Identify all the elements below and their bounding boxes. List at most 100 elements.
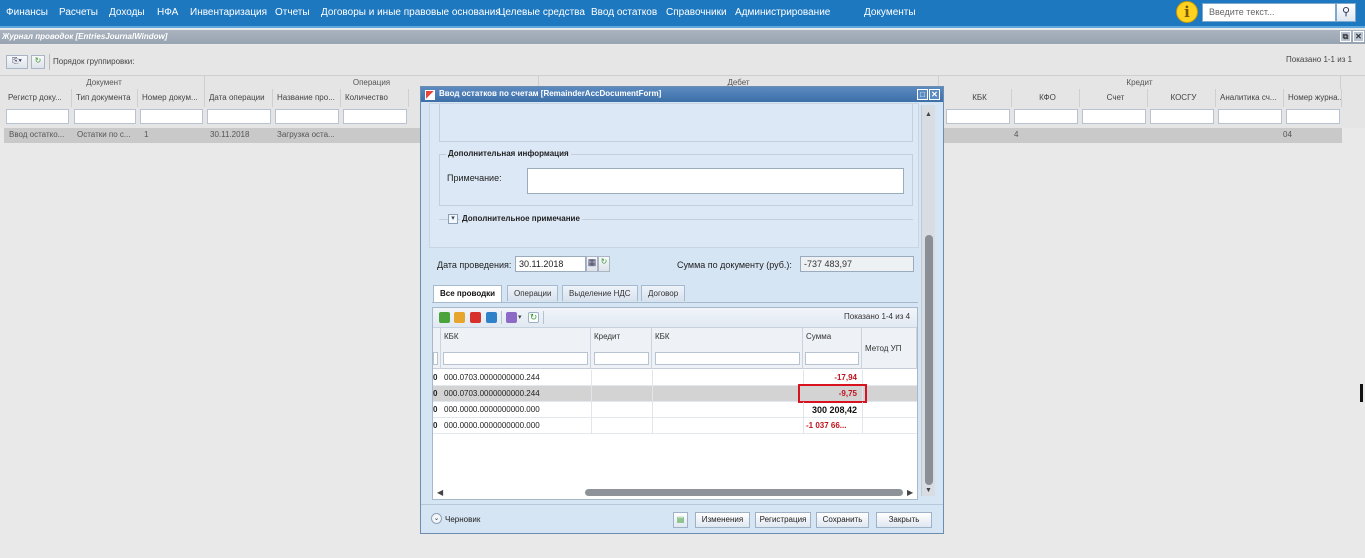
cell-prefix: 0	[433, 373, 438, 382]
dialog-title-bar[interactable]: Ввод остатков по счетам [RemainderAccDoc…	[421, 87, 943, 102]
menu-item-documents[interactable]: Документы	[864, 7, 916, 18]
col-credit-analytics[interactable]: Аналитика сч...	[1216, 89, 1284, 107]
col-registry[interactable]: Регистр доку...	[4, 89, 72, 107]
menu-item-settlements[interactable]: Расчеты	[59, 7, 98, 18]
toolbar-divider	[49, 54, 50, 70]
dialog-vertical-scrollbar[interactable]: ▲ ▼	[921, 105, 935, 496]
posting-date-label: Дата проведения:	[437, 260, 512, 270]
edit-icon[interactable]	[454, 312, 465, 323]
global-search-input[interactable]: Введите текст...	[1202, 3, 1336, 22]
scroll-right-icon[interactable]: ▶	[907, 488, 913, 497]
menu-item-nfa[interactable]: НФА	[157, 7, 178, 18]
actions-menu-icon[interactable]	[506, 312, 517, 323]
menu-item-balances-input[interactable]: Ввод остатков	[591, 7, 657, 18]
filter-registry[interactable]	[6, 109, 69, 124]
col-op-name[interactable]: Название про...	[273, 89, 341, 107]
cell-kbk: 000.0703.0000000000.244	[444, 373, 540, 382]
restore-icon[interactable]: ⧉	[1340, 31, 1351, 42]
print-menu-icon[interactable]: ⎘▾	[6, 55, 28, 69]
search-icon[interactable]: ⚲	[1336, 3, 1356, 22]
cell-op-date: 30.11.2018	[210, 130, 250, 139]
cell-op-name: Загрузка оста...	[277, 130, 335, 139]
col-credit-kbk[interactable]: КБК	[944, 89, 1012, 107]
journal-window-title: Журнал проводок [EntriesJournalWindow] ⧉…	[0, 30, 1365, 44]
table-row-selected[interactable]: 0 000.0703.0000000000.244 -9,75	[433, 384, 917, 403]
save-button[interactable]: Сохранить	[816, 512, 869, 528]
copy-icon[interactable]	[486, 312, 497, 323]
filter-credit[interactable]	[594, 352, 649, 365]
close-icon[interactable]: ✕	[1353, 31, 1364, 42]
col-credit-kbk-label: КБК	[655, 332, 670, 341]
close-button[interactable]: Закрыть	[876, 512, 932, 528]
menu-item-income[interactable]: Доходы	[109, 7, 145, 18]
refresh-icon[interactable]: ↻	[31, 55, 45, 69]
filter-sum[interactable]	[805, 352, 859, 365]
filter-truncated[interactable]	[433, 352, 438, 365]
menu-item-inventory[interactable]: Инвентаризация	[190, 7, 267, 18]
filter-credit-kbk[interactable]	[946, 109, 1010, 124]
col-credit-kosgu[interactable]: КОСГУ	[1148, 89, 1216, 107]
entries-grid: ▾ ↻ Показано 1-4 из 4 КБК Кредит КБК Сум…	[432, 307, 918, 500]
posting-date-input[interactable]: 30.11.2018	[515, 256, 586, 272]
filter-credit-analytics[interactable]	[1218, 109, 1282, 124]
grid-horizontal-scrollbar[interactable]: ◀ ▶	[433, 486, 917, 499]
extra-note-legend[interactable]: Дополнительное примечание	[460, 214, 582, 223]
tab-contract[interactable]: Договор	[641, 285, 686, 301]
col-doc-type[interactable]: Тип документа	[72, 89, 138, 107]
tab-all-entries[interactable]: Все проводки	[433, 285, 503, 302]
filter-credit-kbk[interactable]	[655, 352, 800, 365]
scroll-down-icon[interactable]: ▼	[925, 487, 932, 494]
menu-item-reports[interactable]: Отчеты	[275, 7, 310, 18]
dialog-close-icon[interactable]: ✕	[929, 89, 940, 100]
maximize-icon[interactable]: □	[917, 89, 928, 100]
status-chevron-icon[interactable]: ⌄	[431, 513, 442, 524]
filter-op-name[interactable]	[275, 109, 339, 124]
col-journal-number[interactable]: Номер журна...	[1284, 89, 1342, 107]
col-credit-label: Кредит	[594, 332, 621, 341]
note-textarea[interactable]	[527, 168, 904, 194]
col-quantity[interactable]: Количество	[341, 89, 409, 107]
attach-file-icon[interactable]: ▤	[673, 512, 688, 528]
delete-icon[interactable]	[470, 312, 481, 323]
filter-credit-kfo[interactable]	[1014, 109, 1078, 124]
tab-operations[interactable]: Операции	[507, 285, 559, 301]
add-icon[interactable]	[439, 312, 450, 323]
menu-item-directories[interactable]: Справочники	[666, 7, 727, 18]
register-button[interactable]: Регистрация	[755, 512, 811, 528]
calendar-icon[interactable]: ▦	[586, 256, 598, 272]
cell-kbk: 000.0703.0000000000.244	[444, 389, 540, 398]
tab-vat[interactable]: Выделение НДС	[562, 285, 638, 301]
col-credit-account[interactable]: Счет	[1080, 89, 1148, 107]
filter-credit-kosgu[interactable]	[1150, 109, 1214, 124]
changes-button[interactable]: Изменения	[695, 512, 750, 528]
grid-refresh-icon[interactable]: ↻	[528, 312, 539, 323]
col-op-date[interactable]: Дата операции	[205, 89, 273, 107]
document-icon	[425, 90, 435, 100]
form-scroll-area: Дополнительная информация Примечание: ▾ …	[429, 103, 919, 248]
filter-credit-account[interactable]	[1082, 109, 1146, 124]
info-icon[interactable]: i	[1176, 1, 1198, 23]
filter-op-date[interactable]	[207, 109, 271, 124]
menu-item-target-funds[interactable]: Целевые средства	[498, 7, 585, 18]
scroll-up-icon[interactable]: ▲	[925, 111, 932, 118]
date-refresh-icon[interactable]: ↻	[598, 256, 610, 272]
table-row[interactable]: 0 000.0000.0000000000.000 300 208,42	[433, 402, 917, 418]
scroll-left-icon[interactable]: ◀	[437, 488, 443, 497]
chevron-down-icon[interactable]: ▾	[518, 313, 522, 321]
filter-doc-number[interactable]	[140, 109, 203, 124]
filter-quantity[interactable]	[343, 109, 407, 124]
table-row[interactable]: 0 000.0000.0000000000.000 -1 037 66...	[433, 418, 917, 434]
menu-item-administration[interactable]: Администрирование	[735, 7, 830, 18]
col-sep	[803, 402, 804, 418]
expand-toggle-icon[interactable]: ▾	[448, 214, 458, 224]
menu-item-finance[interactable]: Финансы	[6, 7, 48, 18]
filter-doc-type[interactable]	[74, 109, 136, 124]
col-credit-kfo[interactable]: КФО	[1012, 89, 1080, 107]
col-doc-number[interactable]: Номер докум...	[138, 89, 205, 107]
menu-item-contracts[interactable]: Договоры и иные правовые основания	[321, 7, 501, 18]
filter-debit-kbk[interactable]	[443, 352, 588, 365]
col-method[interactable]: Метод УП	[862, 328, 917, 369]
dialog-scroll-thumb[interactable]	[925, 235, 933, 485]
filter-journal-number[interactable]	[1286, 109, 1340, 124]
grid-scroll-thumb[interactable]	[585, 489, 903, 496]
